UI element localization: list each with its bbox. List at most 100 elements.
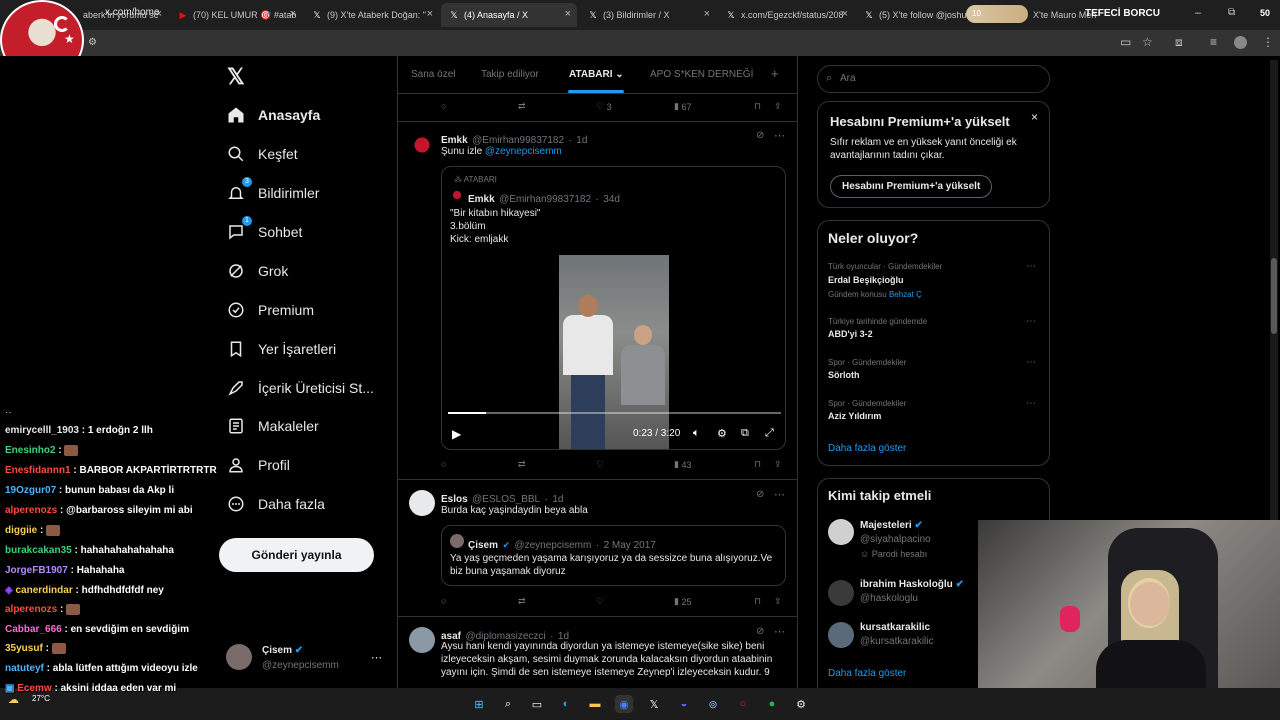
tweet[interactable]: Eslos @ESLOS_BBL · 1d ⊘ ⋯ Burda kaç yaşi… bbox=[398, 480, 797, 617]
pip-icon[interactable]: ⧉ bbox=[741, 427, 749, 440]
weather-icon[interactable]: ☁ bbox=[8, 693, 19, 706]
opera-icon[interactable]: ○ bbox=[734, 695, 752, 713]
app-icon[interactable]: ⚙ bbox=[792, 695, 810, 713]
scrollbar-thumb[interactable] bbox=[1271, 258, 1277, 334]
nav-articles[interactable]: Makaleler bbox=[226, 412, 319, 440]
tweet[interactable]: asaf @diplomasizeczci · 1d ⊘ ⋯ Aysu hani… bbox=[398, 617, 797, 688]
trend-more-icon[interactable]: ⋯ bbox=[1026, 261, 1036, 272]
grok-icon[interactable]: ⊘ bbox=[756, 489, 764, 500]
nav-premium[interactable]: Premium bbox=[226, 296, 314, 324]
trend-more-icon[interactable]: ⋯ bbox=[1026, 316, 1036, 327]
follow-avatar[interactable] bbox=[828, 580, 854, 606]
retweet-icon[interactable]: ⇄ bbox=[518, 101, 526, 112]
account-more-icon[interactable]: ⋯ bbox=[371, 651, 382, 664]
trend-name[interactable]: Aziz Yıldırım bbox=[828, 411, 881, 421]
account-name[interactable]: Çisem ✔ bbox=[262, 645, 303, 656]
close-tab-icon[interactable]: × bbox=[842, 8, 848, 20]
reply-icon[interactable]: ○ bbox=[441, 101, 446, 111]
heart-icon[interactable]: ♡ bbox=[596, 459, 604, 470]
trend-more-icon[interactable]: ⋯ bbox=[1026, 357, 1036, 368]
menu-dots-icon[interactable]: ⋮ bbox=[1262, 35, 1274, 49]
trend-name[interactable]: ABD'yi 3-2 bbox=[828, 329, 873, 339]
volume-icon[interactable]: 🔈︎ bbox=[693, 427, 700, 440]
close-tab-icon[interactable]: × bbox=[427, 8, 433, 20]
taskbar-search-icon[interactable]: ⌕ bbox=[499, 695, 517, 713]
quoted-tweet[interactable]: Çisem ✔ @zeynepcisemm · 2 May 2017 Ya ya… bbox=[441, 525, 786, 586]
share-icon[interactable]: ⇪ bbox=[774, 596, 782, 607]
weather-temp[interactable]: 27°C bbox=[32, 694, 50, 703]
tweet-avatar[interactable] bbox=[409, 627, 435, 653]
tab-for-you[interactable]: Sana özel bbox=[411, 69, 455, 80]
video-progress-track[interactable] bbox=[448, 412, 781, 414]
browser-tab-active[interactable]: 𝕏 (4) Anasayfa / X × bbox=[441, 3, 577, 27]
retweet-icon[interactable]: ⇄ bbox=[518, 596, 526, 607]
quoted-tweet[interactable]: ⁂ ATABARI Emkk @Emirhan99837182 · 34d "B… bbox=[441, 166, 786, 450]
share-icon[interactable]: ⇪ bbox=[774, 101, 782, 112]
restore-icon[interactable]: ⧉ bbox=[1228, 7, 1235, 18]
bookmark-icon[interactable]: ⊓ bbox=[754, 459, 761, 470]
x-logo-icon[interactable]: 𝕏 bbox=[227, 64, 245, 90]
browser-tab[interactable]: 𝕏 (3) Bildirimler / X × bbox=[580, 3, 716, 27]
account-avatar[interactable] bbox=[226, 644, 252, 670]
browser-tab[interactable]: 𝕏x.com/Egezckf/status/208 × bbox=[718, 3, 854, 27]
settings-icon[interactable]: ⚙ bbox=[717, 427, 727, 440]
bookmark-star-icon[interactable]: ☆ bbox=[1142, 35, 1153, 49]
grok-icon[interactable]: ⊘ bbox=[756, 130, 764, 141]
task-view-icon[interactable]: ▭ bbox=[528, 695, 546, 713]
follow-avatar[interactable] bbox=[828, 519, 854, 545]
video-player[interactable]: ▶ 0:23 / 3:20 🔈︎ ⚙ ⧉ ⤢ bbox=[442, 255, 785, 449]
follow-name[interactable]: kursatkarakilic bbox=[860, 622, 930, 633]
minimize-icon[interactable]: – bbox=[1195, 7, 1201, 19]
follow-name[interactable]: ibrahim Haskoloğlu ✔ bbox=[860, 579, 964, 590]
post-button[interactable]: Gönderi yayınla bbox=[219, 538, 374, 572]
tweet-more-icon[interactable]: ⋯ bbox=[774, 488, 785, 501]
spotify-icon[interactable]: ● bbox=[763, 695, 781, 713]
community-label[interactable]: ⁂ ATABARI bbox=[454, 175, 497, 184]
url-field[interactable]: x.com/home bbox=[105, 7, 159, 18]
close-tab-icon[interactable]: × bbox=[704, 8, 710, 20]
add-tab-icon[interactable]: + bbox=[771, 66, 779, 81]
discord-icon[interactable]: ◒ bbox=[675, 695, 693, 713]
close-icon[interactable]: × bbox=[1031, 110, 1038, 124]
nav-chat[interactable]: 1 Sohbet bbox=[226, 216, 302, 246]
trend-name[interactable]: Sörloth bbox=[828, 370, 860, 380]
search-input[interactable]: ⌕ Ara bbox=[817, 65, 1050, 93]
chrome-icon[interactable]: ◉ bbox=[615, 695, 633, 713]
file-explorer-icon[interactable]: ▬ bbox=[586, 695, 604, 713]
nav-notifications[interactable]: 3 Bildirimler bbox=[226, 177, 319, 207]
follow-name[interactable]: Majesteleri ✔ bbox=[860, 520, 923, 531]
browser-tab[interactable]: 𝕏 (5) X'te follow @joshuax bbox=[856, 3, 976, 27]
tweet[interactable]: Emkk @Emirhan99837182 · 1d ⊘ ⋯ Şunu izle… bbox=[398, 122, 797, 480]
follow-avatar[interactable] bbox=[828, 622, 854, 648]
share-icon[interactable]: ⇪ bbox=[774, 459, 782, 470]
nav-bookmarks[interactable]: Yer İşaretleri bbox=[226, 335, 336, 363]
steam-icon[interactable]: ⊚ bbox=[704, 695, 722, 713]
extensions-icon[interactable]: ⧈ bbox=[1175, 35, 1183, 50]
media-icon[interactable]: ≡ bbox=[1210, 35, 1217, 49]
tab-atabari[interactable]: ATABARI ⌄ bbox=[569, 69, 624, 80]
follow-show-more[interactable]: Daha fazla göster bbox=[828, 668, 906, 679]
play-icon[interactable]: ▶ bbox=[452, 427, 461, 441]
tweet-avatar[interactable] bbox=[409, 132, 435, 158]
views-button[interactable]: ▮ 25 bbox=[674, 596, 691, 607]
nav-home[interactable]: Anasayfa bbox=[226, 101, 320, 129]
bookmark-icon[interactable]: ⊓ bbox=[754, 101, 761, 112]
cast-icon[interactable]: ▭ bbox=[1120, 35, 1131, 49]
browser-tab[interactable]: ▶ (70) KEL UMUR 🎯 #atab × bbox=[170, 3, 302, 27]
bookmark-icon[interactable]: ⊓ bbox=[754, 596, 761, 607]
nav-more[interactable]: Daha fazla bbox=[226, 490, 325, 518]
browser-tab[interactable]: 𝕏 (9) X'te Ataberk Doğan: " × bbox=[304, 3, 439, 27]
heart-icon[interactable]: ♡ bbox=[596, 596, 604, 607]
like-button[interactable]: ♡ 3 bbox=[596, 101, 612, 112]
windows-start-icon[interactable]: ⊞ bbox=[470, 695, 488, 713]
trend-name[interactable]: Erdal Beşikçioğlu bbox=[828, 275, 904, 285]
nav-profile[interactable]: Profil bbox=[226, 451, 290, 479]
trend-more-icon[interactable]: ⋯ bbox=[1026, 398, 1036, 409]
reply-icon[interactable]: ○ bbox=[441, 596, 446, 606]
grok-icon[interactable]: ⊘ bbox=[756, 626, 764, 637]
retweet-icon[interactable]: ⇄ bbox=[518, 459, 526, 470]
tab-following[interactable]: Takip ediliyor bbox=[481, 69, 539, 80]
views-button[interactable]: ▮ 67 bbox=[674, 101, 691, 112]
nav-creator-studio[interactable]: İçerik Üreticisi St... bbox=[226, 374, 374, 402]
tweet-avatar[interactable] bbox=[409, 490, 435, 516]
